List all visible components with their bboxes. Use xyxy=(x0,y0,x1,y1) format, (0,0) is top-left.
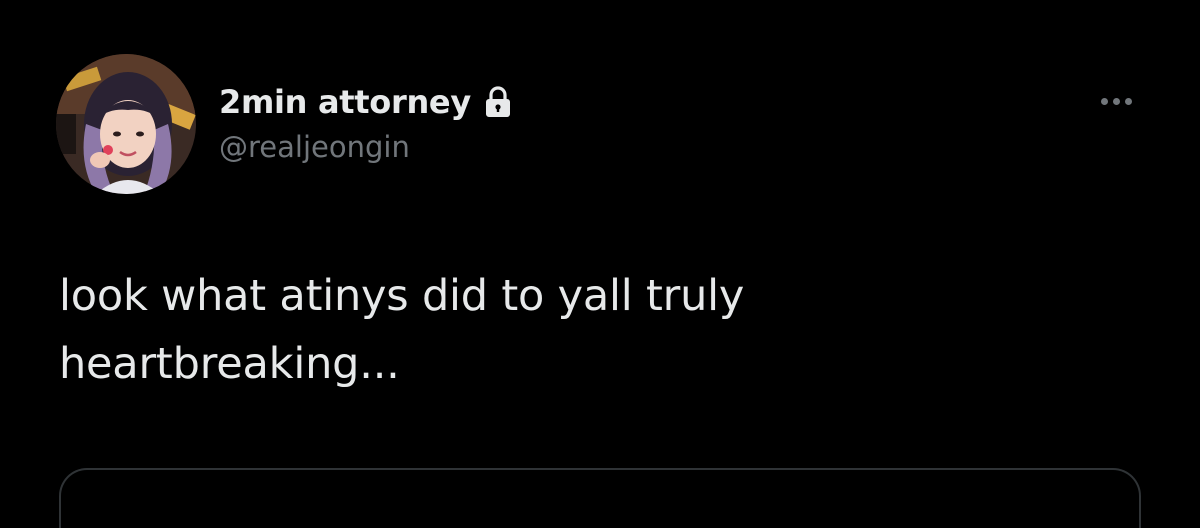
author-name-row: 2min attorney xyxy=(219,80,513,124)
avatar[interactable] xyxy=(56,54,196,194)
more-options-button[interactable] xyxy=(1086,86,1146,116)
quoted-card[interactable] xyxy=(59,468,1141,528)
avatar-photo xyxy=(56,54,196,194)
author-handle[interactable]: @realjeongin xyxy=(219,130,410,164)
tweet: 2min attorney @realjeongin look what ati… xyxy=(0,0,1200,528)
tweet-text-line: heartbreaking... xyxy=(59,339,400,389)
more-options-icon xyxy=(1112,97,1120,105)
more-options-icon xyxy=(1124,97,1132,105)
tweet-text-line: look what atinys did to yall truly xyxy=(59,271,745,321)
author-display-name[interactable]: 2min attorney xyxy=(219,83,471,121)
tweet-text: look what atinys did to yall truly heart… xyxy=(59,262,1139,398)
lock-icon xyxy=(483,85,513,119)
more-options-icon xyxy=(1100,97,1108,105)
